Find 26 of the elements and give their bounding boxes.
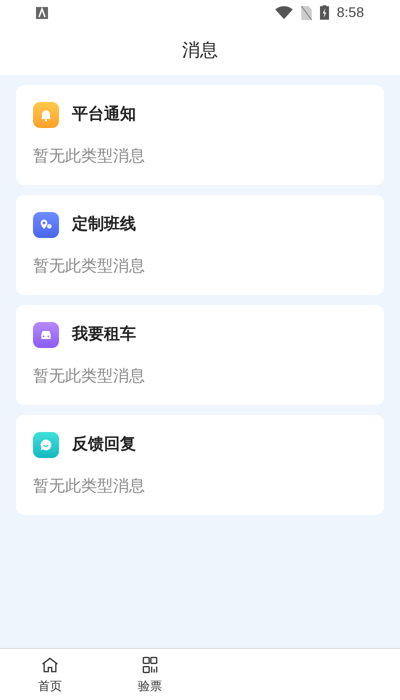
message-category-card[interactable]: 平台通知 暂无此类型消息 [16, 85, 384, 185]
chat-bubble-icon [33, 432, 59, 458]
battery-charging-icon [320, 5, 329, 20]
qr-code-icon [140, 654, 160, 674]
no-sim-icon [300, 6, 312, 20]
message-category-card[interactable]: 我要租车 暂无此类型消息 [16, 305, 384, 405]
category-title: 反馈回复 [72, 434, 136, 455]
tab-bar-item[interactable]: 验票 [100, 649, 200, 700]
empty-message: 暂无此类型消息 [33, 476, 146, 497]
empty-message: 暂无此类型消息 [33, 366, 146, 387]
message-category-card[interactable]: 定制班线 暂无此类型消息 [16, 195, 384, 295]
empty-message: 暂无此类型消息 [33, 146, 146, 167]
home-icon [40, 654, 60, 674]
page-title: 消息 [182, 38, 218, 62]
tab-bar-item[interactable]: 首页 [0, 649, 100, 700]
wifi-icon [274, 6, 293, 20]
message-category-card[interactable]: 反馈回复 暂无此类型消息 [16, 415, 384, 515]
bell-icon [33, 102, 59, 128]
status-time: 8:58 [336, 3, 364, 22]
keyboard-icon [36, 6, 48, 18]
empty-message: 暂无此类型消息 [33, 256, 146, 277]
category-title: 我要租车 [72, 324, 136, 345]
location-pin-icon [33, 212, 59, 238]
category-title: 定制班线 [72, 214, 136, 235]
category-title: 平台通知 [72, 104, 136, 125]
car-icon [33, 322, 59, 348]
